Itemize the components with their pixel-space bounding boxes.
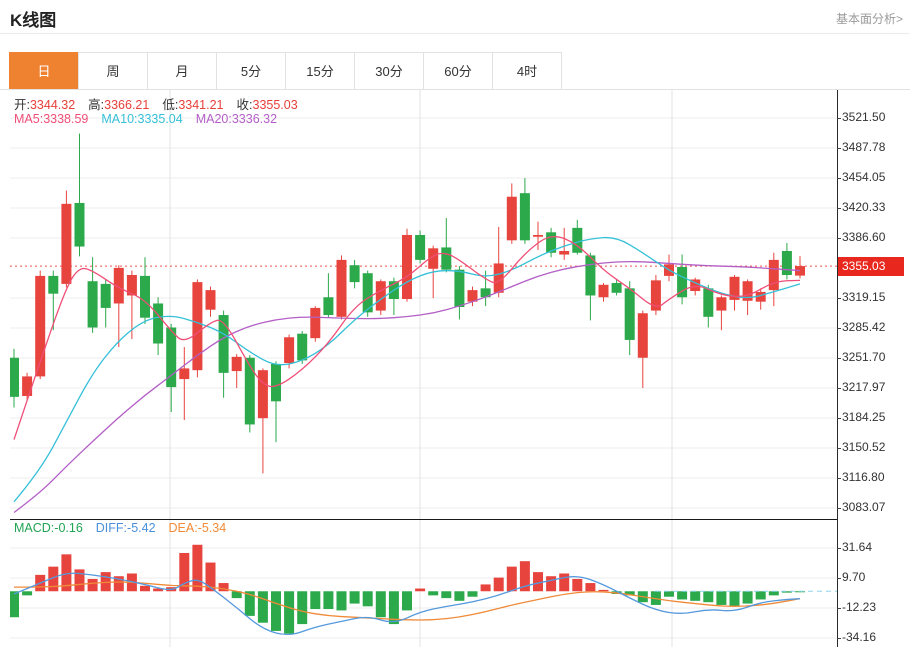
kline-widget: K线图 基本面分析> 日周月5分15分30分60分4时 开:3344.32高:3… bbox=[0, 0, 910, 647]
axis-tick bbox=[837, 118, 841, 119]
price-axis-label: 3150.52 bbox=[842, 440, 885, 454]
axis-tick bbox=[837, 388, 841, 389]
price-axis-label: 3521.50 bbox=[842, 110, 885, 124]
macd-axis-label: 31.64 bbox=[842, 540, 872, 554]
axis-tick bbox=[837, 148, 841, 149]
price-axis-label: 3319.15 bbox=[842, 290, 885, 304]
price-axis-label: 3251.70 bbox=[842, 350, 885, 364]
axis-tick bbox=[837, 548, 841, 549]
tab-hour4[interactable]: 4时 bbox=[492, 52, 562, 90]
axis-tick bbox=[837, 358, 841, 359]
axis-tick bbox=[837, 208, 841, 209]
axis-tick bbox=[837, 238, 841, 239]
price-axis-label: 3487.78 bbox=[842, 140, 885, 154]
price-axis-label: 3083.07 bbox=[842, 500, 885, 514]
macd-axis-label: -34.16 bbox=[842, 630, 876, 644]
current-price-tag: 3355.03 bbox=[838, 257, 904, 276]
y-axis-line bbox=[837, 90, 838, 647]
price-axis-label: 3454.05 bbox=[842, 170, 885, 184]
fundamental-analysis-link[interactable]: 基本面分析> bbox=[836, 10, 903, 27]
price-axis-label: 3217.97 bbox=[842, 380, 885, 394]
axis-tick bbox=[837, 608, 841, 609]
tab-month[interactable]: 月 bbox=[147, 52, 216, 90]
tab-min5[interactable]: 5分 bbox=[216, 52, 285, 90]
axis-tick bbox=[837, 508, 841, 509]
axis-tick bbox=[837, 638, 841, 639]
axis-tick bbox=[837, 328, 841, 329]
price-axis-label: 3386.60 bbox=[842, 230, 885, 244]
axis-tick bbox=[837, 478, 841, 479]
page-title: K线图 bbox=[10, 6, 56, 31]
period-tabbar: 日周月5分15分30分60分4时 bbox=[9, 52, 562, 90]
axis-tick bbox=[837, 578, 841, 579]
axis-tick bbox=[837, 178, 841, 179]
tab-min60[interactable]: 60分 bbox=[423, 52, 492, 90]
tab-day[interactable]: 日 bbox=[9, 52, 78, 90]
axis-tick bbox=[837, 418, 841, 419]
price-axis-label: 3420.33 bbox=[842, 200, 885, 214]
candles-group bbox=[10, 134, 805, 474]
price-axis-label: 3184.25 bbox=[842, 410, 885, 424]
macd-axis-label: -12.23 bbox=[842, 600, 876, 614]
price-axis-label: 3116.80 bbox=[842, 470, 885, 484]
tab-min30[interactable]: 30分 bbox=[354, 52, 423, 90]
macd-chart[interactable] bbox=[10, 519, 837, 647]
macd-axis-label: 9.70 bbox=[842, 570, 865, 584]
main-candlestick-chart[interactable] bbox=[10, 90, 837, 519]
axis-tick bbox=[837, 448, 841, 449]
axis-tick bbox=[837, 298, 841, 299]
tab-min15[interactable]: 15分 bbox=[285, 52, 354, 90]
tab-week[interactable]: 周 bbox=[78, 52, 147, 90]
title-divider bbox=[0, 33, 910, 34]
price-axis-label: 3285.42 bbox=[842, 320, 885, 334]
